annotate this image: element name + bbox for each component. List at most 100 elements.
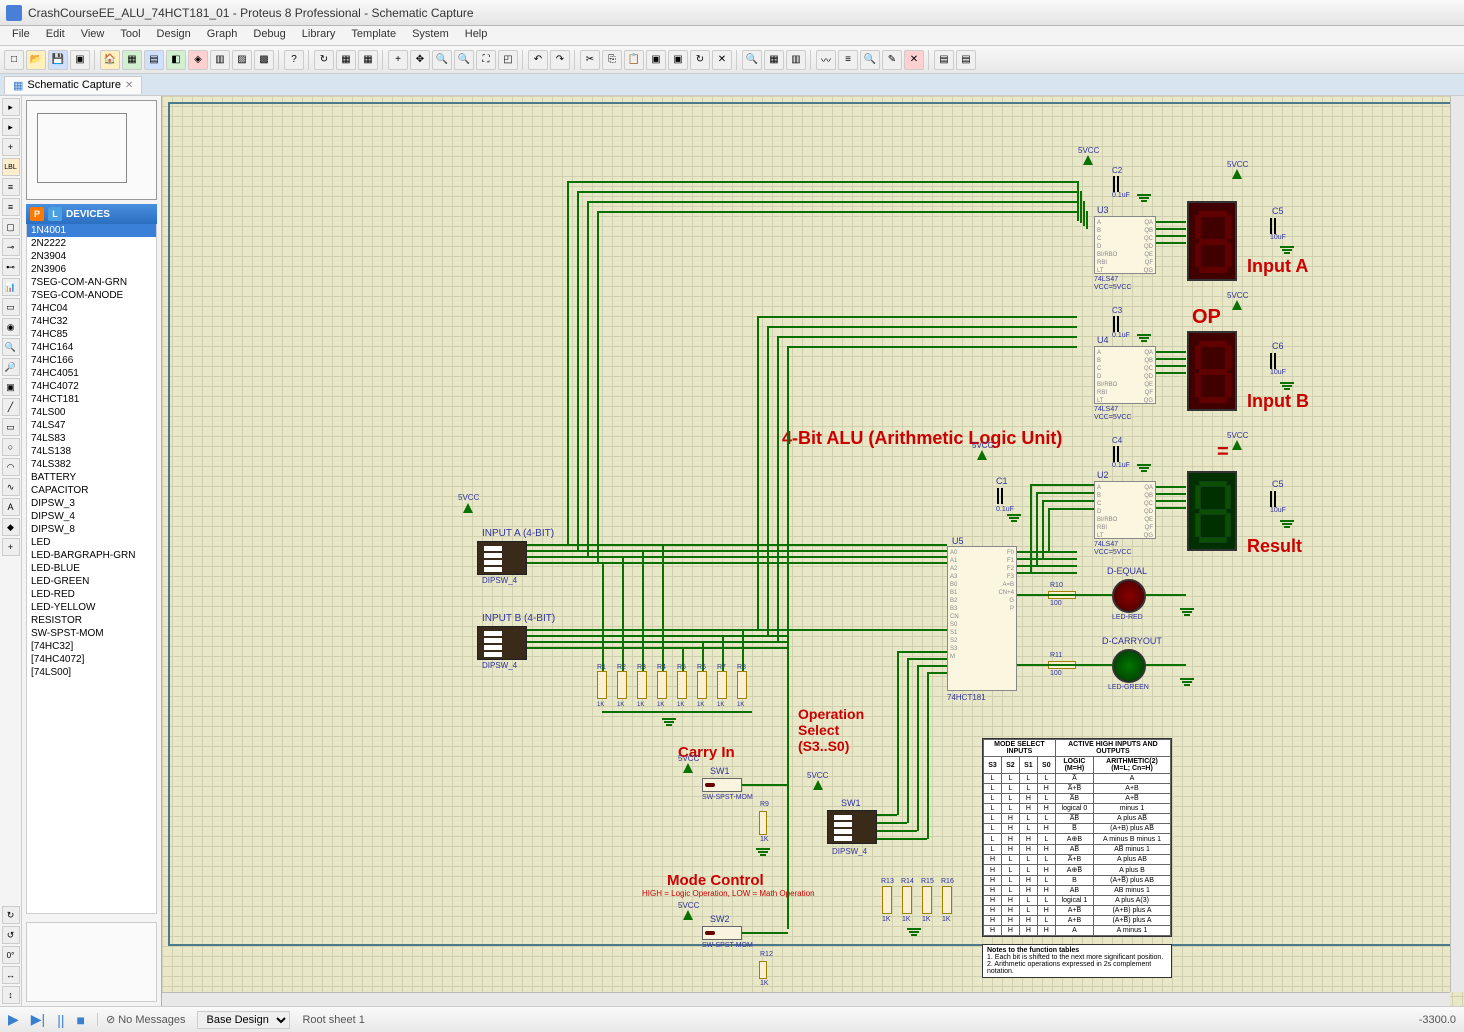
open-icon[interactable]: 📂 — [26, 50, 46, 70]
delete-icon[interactable]: ✕ — [904, 50, 924, 70]
label-tool-icon[interactable]: LBL — [2, 158, 20, 176]
device-item[interactable]: 74HC04 — [27, 302, 156, 315]
device-item[interactable]: 74HC166 — [27, 354, 156, 367]
device-item[interactable]: BATTERY — [27, 471, 156, 484]
decoder-u4[interactable]: ABCDBI/RBORBILTQAQBQCQDQEQFQG — [1094, 346, 1156, 404]
paste-icon[interactable]: 📋 — [624, 50, 644, 70]
blockmove-icon[interactable]: ▣ — [668, 50, 688, 70]
device-item[interactable]: RESISTOR — [27, 614, 156, 627]
netlist-icon[interactable]: ▤ — [934, 50, 954, 70]
dipswitch-op[interactable] — [827, 810, 877, 844]
devices-list[interactable]: 1N40012N22222N39042N39067SEG-COM-AN-GRN7… — [26, 224, 157, 914]
menu-help[interactable]: Help — [457, 26, 496, 45]
device-item[interactable]: 74LS382 — [27, 458, 156, 471]
wire-icon[interactable]: 〰 — [816, 50, 836, 70]
pan-icon[interactable]: ✥ — [410, 50, 430, 70]
device-item[interactable]: 74LS138 — [27, 445, 156, 458]
device-item[interactable]: [74LS00] — [27, 666, 156, 679]
menu-design[interactable]: Design — [149, 26, 199, 45]
zoomout-icon[interactable]: 🔍 — [454, 50, 474, 70]
close-icon[interactable]: ▣ — [70, 50, 90, 70]
terminal-tool-icon[interactable]: ⊸ — [2, 238, 20, 256]
device-item[interactable]: CAPACITOR — [27, 484, 156, 497]
device-item[interactable]: 74HC164 — [27, 341, 156, 354]
device-item[interactable]: 2N2222 — [27, 237, 156, 250]
device-item[interactable]: LED-BLUE — [27, 562, 156, 575]
design-select[interactable]: Base Design — [197, 1011, 290, 1029]
erc-icon[interactable]: ▨ — [232, 50, 252, 70]
toggle-icon[interactable]: ≡ — [838, 50, 858, 70]
flip-v-icon[interactable]: ↕ — [2, 986, 20, 1004]
pcb-icon[interactable]: ▤ — [144, 50, 164, 70]
arc-tool-icon[interactable]: ◠ — [2, 458, 20, 476]
pause-icon[interactable]: || — [57, 1012, 64, 1028]
tab-schematic[interactable]: ▦ Schematic Capture ✕ — [4, 76, 142, 94]
menu-template[interactable]: Template — [343, 26, 404, 45]
pick-icon[interactable]: 🔍 — [742, 50, 762, 70]
menu-view[interactable]: View — [73, 26, 113, 45]
erc2-icon[interactable]: ▤ — [956, 50, 976, 70]
probe-i-tool-icon[interactable]: 🔎 — [2, 358, 20, 376]
rotate-ccw-icon[interactable]: ↺ — [2, 926, 20, 944]
refresh-icon[interactable]: ↻ — [314, 50, 334, 70]
path-tool-icon[interactable]: ∿ — [2, 478, 20, 496]
cut-icon[interactable]: ✂ — [580, 50, 600, 70]
sw1-switch[interactable] — [702, 778, 742, 792]
help-icon[interactable]: ? — [284, 50, 304, 70]
line-tool-icon[interactable]: ╱ — [2, 398, 20, 416]
device-item[interactable]: 74HC85 — [27, 328, 156, 341]
blockrotate-icon[interactable]: ↻ — [690, 50, 710, 70]
device-item[interactable]: DIPSW_3 — [27, 497, 156, 510]
junction-tool-icon[interactable]: + — [2, 138, 20, 156]
gen-tool-icon[interactable]: ◉ — [2, 318, 20, 336]
schematic-icon[interactable]: ▦ — [122, 50, 142, 70]
device-item[interactable]: 74HC4072 — [27, 380, 156, 393]
menu-library[interactable]: Library — [294, 26, 344, 45]
overview-panel[interactable] — [26, 100, 157, 200]
mode-p-icon[interactable]: P — [30, 207, 44, 221]
device-item[interactable]: LED-RED — [27, 588, 156, 601]
device-item[interactable]: 7SEG-COM-ANODE — [27, 289, 156, 302]
menu-system[interactable]: System — [404, 26, 457, 45]
device-item[interactable]: 1N4001 — [27, 224, 156, 237]
device-item[interactable]: [74HC4072] — [27, 653, 156, 666]
tape-tool-icon[interactable]: ▭ — [2, 298, 20, 316]
device-item[interactable]: LED-GREEN — [27, 575, 156, 588]
property-icon[interactable]: ✎ — [882, 50, 902, 70]
devpin-tool-icon[interactable]: ⊷ — [2, 258, 20, 276]
blockcopy-icon[interactable]: ▣ — [646, 50, 666, 70]
device-item[interactable]: 2N3906 — [27, 263, 156, 276]
menu-edit[interactable]: Edit — [38, 26, 73, 45]
device-item[interactable]: LED-BARGRAPH-GRN — [27, 549, 156, 562]
grid2-icon[interactable]: ▦ — [358, 50, 378, 70]
text2-tool-icon[interactable]: A — [2, 498, 20, 516]
component-tool-icon[interactable]: ▸ — [2, 118, 20, 136]
menu-graph[interactable]: Graph — [199, 26, 246, 45]
device-item[interactable]: 74HCT181 — [27, 393, 156, 406]
text-tool-icon[interactable]: ≡ — [2, 178, 20, 196]
device-item[interactable]: [74HC32] — [27, 640, 156, 653]
dipswitch-a[interactable] — [477, 541, 527, 575]
schematic-canvas[interactable]: 4-Bit ALU (Arithmetic Logic Unit) OP = I… — [162, 96, 1464, 1006]
zoomin-icon[interactable]: 🔍 — [432, 50, 452, 70]
bus-tool-icon[interactable]: ≡ — [2, 198, 20, 216]
sw2-switch[interactable] — [702, 926, 742, 940]
device-item[interactable]: 74LS00 — [27, 406, 156, 419]
device-item[interactable]: 74LS47 — [27, 419, 156, 432]
decomp-icon[interactable]: ▥ — [786, 50, 806, 70]
graph-tool-icon[interactable]: 📊 — [2, 278, 20, 296]
device-item[interactable]: SW-SPST-MOM — [27, 627, 156, 640]
flip-h-icon[interactable]: ↔ — [2, 966, 20, 984]
mode-l-icon[interactable]: L — [48, 207, 62, 221]
device-item[interactable]: 74HC4051 — [27, 367, 156, 380]
bom-icon[interactable]: ▥ — [210, 50, 230, 70]
gerber-icon[interactable]: ◈ — [188, 50, 208, 70]
h-scrollbar[interactable] — [162, 992, 1450, 1006]
blockdel-icon[interactable]: ✕ — [712, 50, 732, 70]
copy-icon[interactable]: ⎘ — [602, 50, 622, 70]
menu-debug[interactable]: Debug — [245, 26, 293, 45]
new-icon[interactable]: □ — [4, 50, 24, 70]
instr-tool-icon[interactable]: ▣ — [2, 378, 20, 396]
device-item[interactable]: DIPSW_4 — [27, 510, 156, 523]
decoder-u3[interactable]: ABCDBI/RBORBILTQAQBQCQDQEQFQG — [1094, 216, 1156, 274]
